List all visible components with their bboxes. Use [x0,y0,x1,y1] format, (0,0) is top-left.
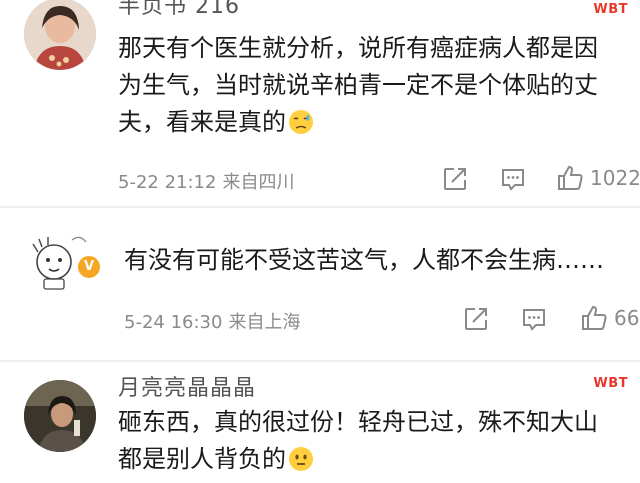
comment-text-line: 有没有可能不受这苦这气，人都不会生病…… [124,246,604,274]
avatar-photo [24,0,96,70]
reply-button[interactable] [500,166,526,192]
thumbs-up-icon [582,305,607,330]
share-icon [465,308,487,330]
weibo-watermark: WBT [593,2,628,17]
verified-badge-icon: V [76,254,102,280]
avatar[interactable] [24,380,96,452]
share-button[interactable] [463,306,489,332]
share-icon [444,168,466,190]
comment-text-line: 砸东西，真的很过份！轻舟已过，殊不知大山 [118,408,598,436]
comment-meta: 5-24 16:30 来自上海 [124,308,300,334]
comment-meta: 5-22 21:12 来自四川 [118,168,294,194]
comment-2: V 有没有可能不受这苦这气，人都不会生病…… 5-24 16:30 来自上海 66 [0,208,640,358]
like-count: 1022 [590,166,640,190]
username[interactable]: 月亮亮晶晶晶 [118,370,256,402]
share-button[interactable] [442,166,468,192]
comment-1: 半页书 216 WBT 那天有个医生就分析，说所有癌症病人都是因 为生气，当时就… [0,0,640,205]
comment-text: 砸东西，真的很过份！轻舟已过，殊不知大山 都是别人背负的 [118,404,598,483]
comment-text-fragment: 夫，看来是真的 [118,108,286,136]
comment-icon [523,309,545,331]
comment-text-fragment: 都是别人背负的 [118,445,286,473]
thumbs-up-icon [558,165,583,190]
reply-button[interactable] [521,306,547,332]
avatar-photo [24,380,96,452]
like-count: 66 [614,306,640,330]
like-button[interactable]: 66 [580,304,639,332]
avatar[interactable] [24,0,96,70]
comment-date: 5-24 16:30 [124,312,223,333]
username[interactable]: 半页书 216 [118,0,240,20]
comment-text: 那天有个医生就分析，说所有癌症病人都是因 为生气，当时就说辛柏青一定不是个体贴的… [118,30,598,146]
comment-3: 月亮亮晶晶晶 WBT 砸东西，真的很过份！轻舟已过，殊不知大山 都是别人背负的 [0,362,640,473]
comment-date: 5-22 21:12 [118,172,217,193]
awkward-smile-emoji-icon [288,446,314,483]
comment-text: 有没有可能不受这苦这气，人都不会生病…… [124,242,604,279]
comment-text-line: 那天有个医生就分析，说所有癌症病人都是因 [118,34,598,62]
comment-text-line: 都是别人背负的 [118,441,598,483]
weibo-watermark: WBT [593,376,628,391]
comment-text-line: 夫，看来是真的 [118,104,598,146]
sad-sweat-emoji-icon [288,109,314,146]
like-button[interactable]: 1022 [556,164,640,192]
comment-icon [502,169,524,191]
comment-location: 来自四川 [222,172,295,193]
comment-location: 来自上海 [228,312,301,333]
comment-text-line: 为生气，当时就说辛柏青一定不是个体贴的丈 [118,71,598,99]
